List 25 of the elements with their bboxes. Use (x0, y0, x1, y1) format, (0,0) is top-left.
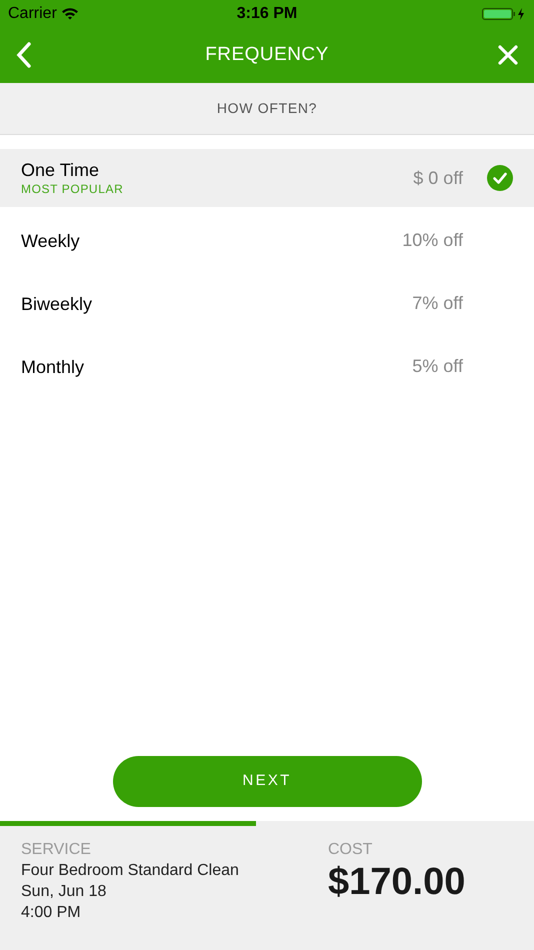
option-label: Weekly (21, 230, 81, 252)
frequency-option[interactable]: One Time MOST POPULAR $ 0 off (0, 149, 534, 207)
discount-text: 5% off (412, 355, 463, 378)
cost-label: COST (328, 840, 374, 860)
option-label: One Time (21, 159, 100, 181)
battery-icon (482, 6, 526, 20)
popular-tag: MOST POPULAR (21, 181, 414, 197)
service-detail: Four Bedroom Standard Clean (21, 861, 240, 881)
service-detail: Sun, Jun 18 (21, 882, 108, 902)
status-time: 3:16 PM (236, 4, 298, 24)
close-icon[interactable] (498, 45, 518, 65)
back-icon[interactable] (16, 42, 32, 68)
checkmark-icon (487, 165, 513, 191)
section-heading: HOW OFTEN? (216, 99, 318, 118)
service-label: SERVICE (21, 840, 92, 860)
discount-text: 10% off (402, 229, 463, 252)
screen-title: FREQUENCY (205, 42, 329, 67)
carrier-name: Carrier (8, 4, 57, 24)
wifi-icon (60, 7, 79, 20)
service-detail: 4:00 PM (21, 903, 82, 923)
discount-text: $ 0 off (413, 166, 463, 190)
option-label: Biweekly (21, 292, 94, 314)
discount-text: 7% off (412, 292, 463, 315)
option-label: Monthly (21, 356, 86, 378)
cost-amount: $170.00 (328, 860, 466, 904)
